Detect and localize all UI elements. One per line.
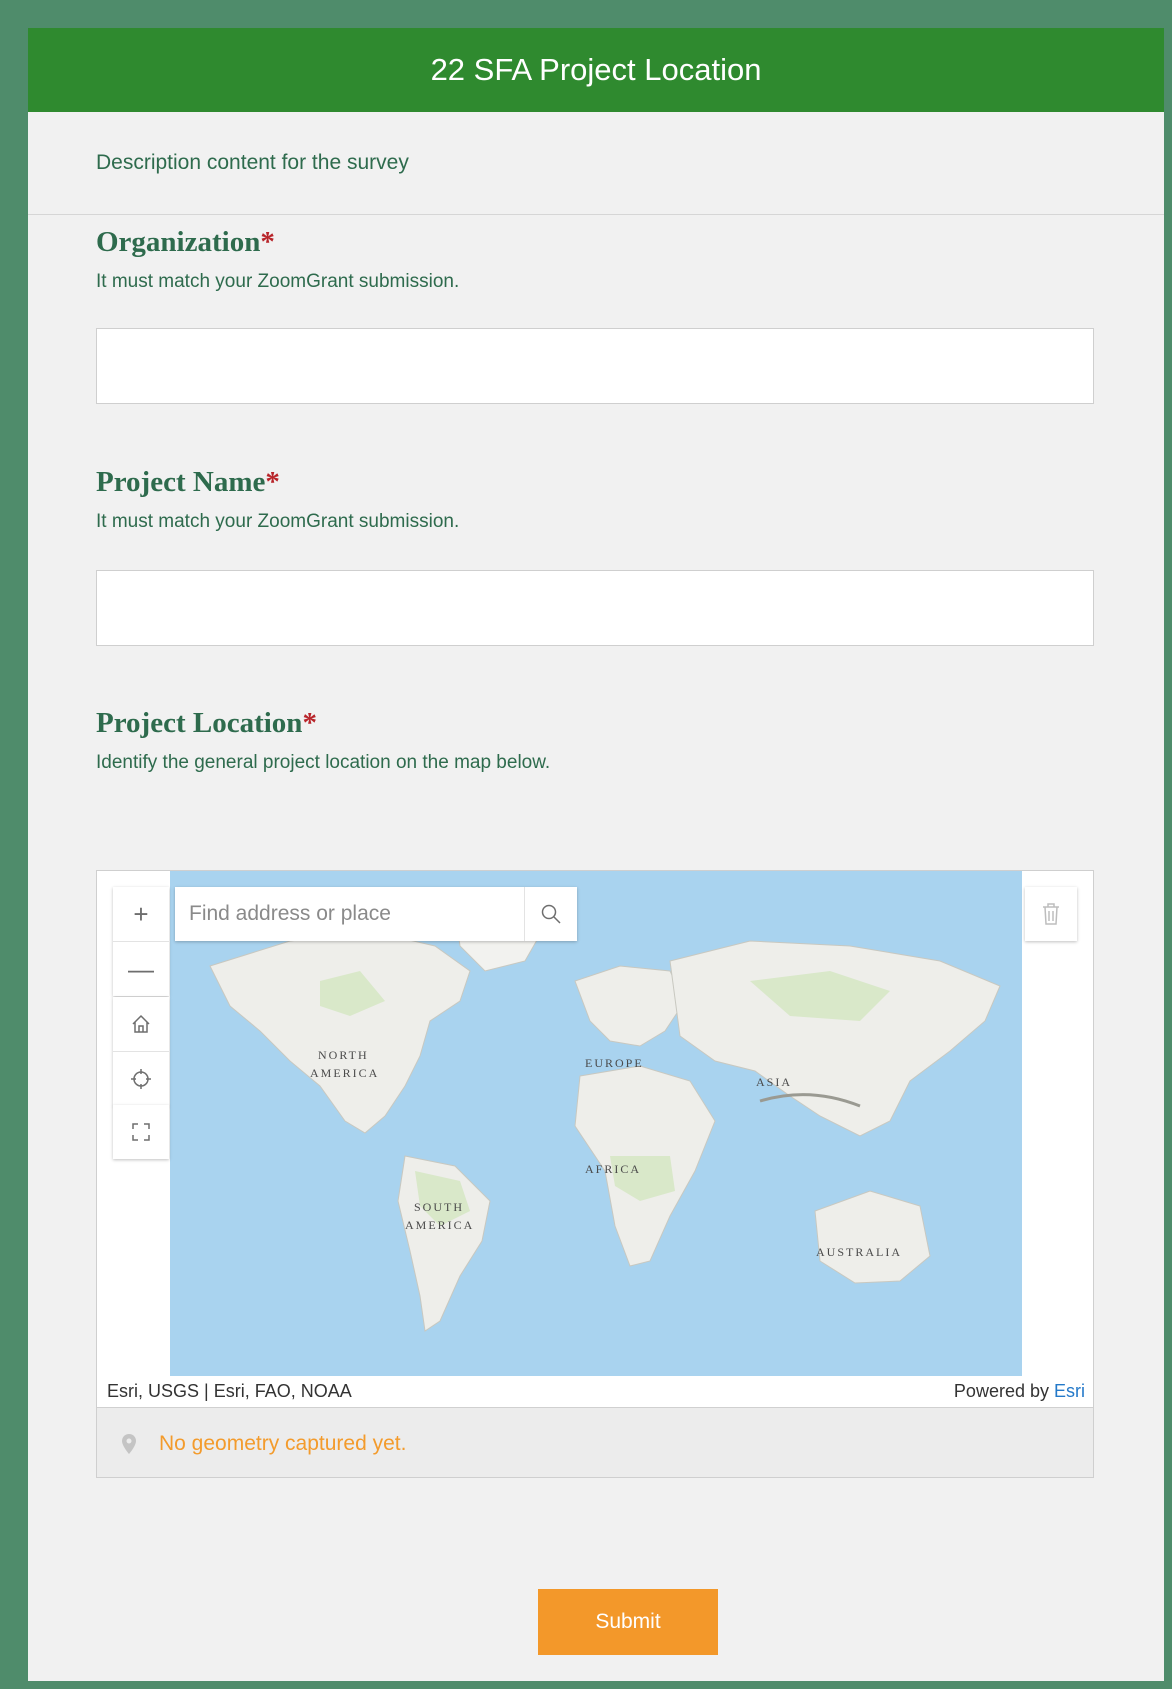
pin-icon — [122, 1433, 136, 1454]
required-mark: * — [302, 707, 317, 739]
map-attribution: Esri, USGS | Esri, FAO, NOAA Powered by … — [97, 1376, 1093, 1406]
project-location-label: Project Location* — [96, 707, 317, 739]
search-icon — [541, 904, 561, 924]
home-button[interactable] — [113, 997, 169, 1051]
question-project-name: Project Name* It must match your ZoomGra… — [96, 466, 1096, 533]
geometry-status-text: No geometry captured yet. — [159, 1431, 407, 1455]
question-organization: Organization* It must match your ZoomGra… — [96, 226, 1096, 293]
project-name-input[interactable] — [96, 570, 1094, 646]
label-europe: EUROPE — [585, 1056, 644, 1070]
map-nav-controls — [113, 997, 169, 1106]
label-australia: AUSTRALIA — [816, 1245, 902, 1259]
form-header: 22 SFA Project Location — [28, 28, 1164, 112]
map-controls: + — — [113, 887, 169, 996]
esri-link[interactable]: Esri — [1054, 1381, 1085, 1401]
zoom-in-button[interactable]: + — [113, 887, 169, 941]
required-mark: * — [265, 466, 280, 498]
organization-label: Organization* — [96, 226, 275, 258]
organization-input[interactable] — [96, 328, 1094, 404]
project-location-hint: Identify the general project location on… — [96, 752, 551, 773]
fullscreen-icon — [132, 1123, 150, 1141]
delete-geometry-button[interactable] — [1025, 887, 1077, 941]
question-project-location: Project Location* Identify the general p… — [96, 707, 1096, 774]
organization-hint: It must match your ZoomGrant submission. — [96, 271, 460, 292]
label-asia: ASIA — [756, 1075, 792, 1089]
world-map[interactable]: NORTH AMERICA EUROPE ASIA AFRICA SOUTH A… — [170, 871, 1022, 1376]
submit-button[interactable]: Submit — [538, 1589, 718, 1655]
map-widget: NORTH AMERICA EUROPE ASIA AFRICA SOUTH A… — [96, 870, 1094, 1478]
map-fullscreen-controls — [113, 1105, 169, 1159]
label-africa: AFRICA — [585, 1162, 641, 1176]
form-title: 22 SFA Project Location — [430, 52, 762, 87]
geometry-status: No geometry captured yet. — [97, 1407, 1093, 1477]
survey-form: 22 SFA Project Location Description cont… — [28, 28, 1164, 1681]
description-text: Description content for the survey — [96, 151, 409, 174]
map-search-input[interactable] — [175, 887, 524, 941]
locate-icon — [131, 1069, 151, 1089]
label-north: NORTH — [318, 1048, 369, 1062]
zoom-out-button[interactable]: — — [113, 941, 169, 996]
label-north-america: AMERICA — [310, 1066, 379, 1080]
label-south-america: AMERICA — [405, 1218, 474, 1232]
attribution-text: Esri, USGS | Esri, FAO, NOAA — [107, 1380, 352, 1401]
home-icon — [132, 1014, 150, 1033]
map-search — [175, 887, 577, 941]
trash-icon — [1043, 903, 1059, 925]
project-name-hint: It must match your ZoomGrant submission. — [96, 511, 460, 532]
form-description: Description content for the survey — [28, 112, 1164, 215]
plus-icon: + — [133, 898, 149, 929]
label-south: SOUTH — [414, 1200, 464, 1214]
minus-icon: — — [128, 953, 154, 984]
project-name-label: Project Name* — [96, 466, 280, 498]
required-mark: * — [260, 226, 275, 258]
powered-by: Powered by Esri — [953, 1380, 1085, 1401]
locate-button[interactable] — [113, 1051, 169, 1106]
map-search-button[interactable] — [524, 887, 577, 941]
fullscreen-button[interactable] — [113, 1105, 169, 1159]
